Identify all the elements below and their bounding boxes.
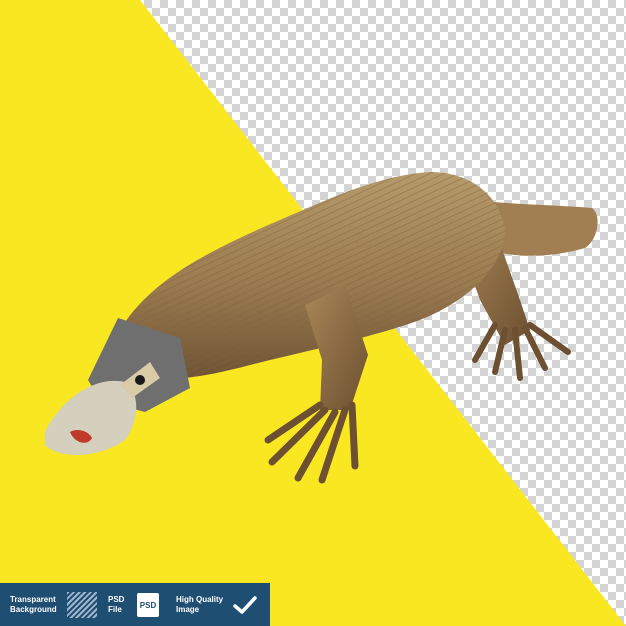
psd-file-icon: PSD	[137, 593, 159, 617]
diagonal-stripes-icon	[67, 592, 97, 618]
high-quality-label: High Quality Image	[176, 595, 224, 614]
psd-file-label: PSD File	[108, 595, 125, 614]
eye	[135, 375, 145, 385]
checkmark-icon	[233, 596, 257, 614]
product-preview: Transparent Background PSD File PSD High…	[0, 0, 626, 626]
info-banner: Transparent Background PSD File PSD High…	[0, 583, 270, 626]
platypus-scene	[0, 0, 626, 626]
transparent-background-label: Transparent Background	[10, 595, 57, 614]
